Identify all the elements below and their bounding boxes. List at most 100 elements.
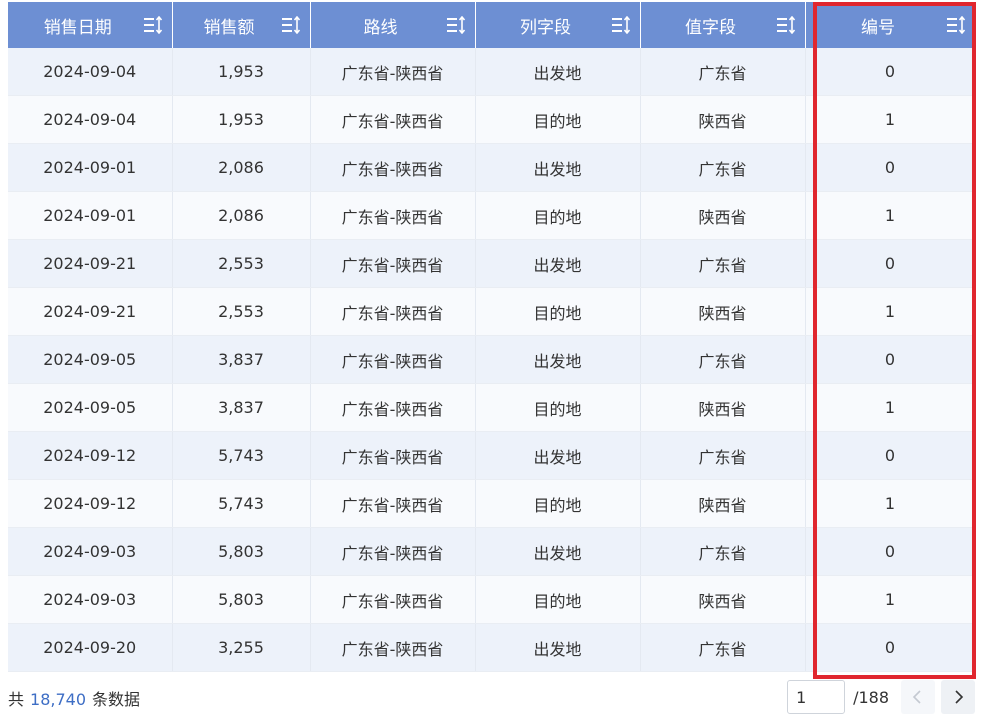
pagination: /188 — [787, 680, 975, 714]
table-body: 2024-09-04 1,953 广东省-陕西省 出发地 广东省 0 2024-09-04 1… — [8, 48, 976, 672]
table-header-row: 销售日期 销售额 路线 列字段 值字段 编号 — [8, 2, 976, 48]
cell-sales-date: 2024-09-04 — [8, 95, 173, 144]
cell-route: 广东省-陕西省 — [310, 95, 476, 144]
sort-glyph — [776, 15, 795, 35]
cell-sales-date: 2024-09-05 — [8, 383, 173, 432]
cell-sales-date: 2024-09-05 — [8, 335, 173, 384]
cell-number: 0 — [805, 623, 976, 672]
cell-column-field: 目的地 — [475, 383, 641, 432]
sort-icon[interactable] — [281, 15, 301, 35]
cell-number: 1 — [805, 191, 976, 240]
cell-number: 0 — [805, 431, 976, 480]
table-row[interactable]: 2024-09-05 3,837 广东省-陕西省 出发地 广东省 0 — [8, 335, 976, 384]
header-number[interactable]: 编号 — [805, 2, 976, 48]
chevron-left-icon — [912, 690, 921, 704]
table-row[interactable]: 2024-09-05 3,837 广东省-陕西省 目的地 陕西省 1 — [8, 383, 976, 432]
header-route[interactable]: 路线 — [310, 2, 476, 48]
cell-column-field: 目的地 — [475, 287, 641, 336]
cell-route: 广东省-陕西省 — [310, 575, 476, 624]
prev-page-button[interactable] — [901, 680, 935, 714]
sort-icon[interactable] — [446, 15, 466, 35]
table-row[interactable]: 2024-09-21 2,553 广东省-陕西省 出发地 广东省 0 — [8, 239, 976, 288]
data-table-container: 销售日期 销售额 路线 列字段 值字段 编号 2024-09-04 1,953 广东… — [8, 2, 976, 672]
table-row[interactable]: 2024-09-12 5,743 广东省-陕西省 出发地 广东省 0 — [8, 431, 976, 480]
cell-route: 广东省-陕西省 — [310, 479, 476, 528]
table-row[interactable]: 2024-09-04 1,953 广东省-陕西省 出发地 广东省 0 — [8, 48, 976, 96]
sort-icon[interactable] — [776, 15, 796, 35]
cell-value-field: 广东省 — [640, 48, 806, 96]
sort-icon[interactable] — [611, 15, 631, 35]
cell-sales-date: 2024-09-20 — [8, 623, 173, 672]
cell-value-field: 陕西省 — [640, 191, 806, 240]
cell-number: 1 — [805, 287, 976, 336]
table-row[interactable]: 2024-09-03 5,803 广东省-陕西省 目的地 陕西省 1 — [8, 575, 976, 624]
cell-column-field: 出发地 — [475, 335, 641, 384]
table-footer: 共 18,740 条数据 /188 — [8, 680, 975, 716]
cell-column-field: 出发地 — [475, 143, 641, 192]
data-table: 销售日期 销售额 路线 列字段 值字段 编号 2024-09-04 1,953 广东… — [8, 2, 976, 672]
header-column-field[interactable]: 列字段 — [475, 2, 641, 48]
cell-sales-date: 2024-09-12 — [8, 479, 173, 528]
table-row[interactable]: 2024-09-01 2,086 广东省-陕西省 出发地 广东省 0 — [8, 143, 976, 192]
cell-sales-date: 2024-09-03 — [8, 527, 173, 576]
cell-value-field: 陕西省 — [640, 479, 806, 528]
cell-sales-amount: 2,553 — [172, 287, 311, 336]
cell-value-field: 陕西省 — [640, 95, 806, 144]
table-row[interactable]: 2024-09-20 3,255 广东省-陕西省 出发地 广东省 0 — [8, 623, 976, 672]
cell-column-field: 出发地 — [475, 527, 641, 576]
total-prefix: 共 — [8, 690, 25, 709]
cell-sales-amount: 1,953 — [172, 48, 311, 96]
cell-sales-amount: 1,953 — [172, 95, 311, 144]
sort-icon[interactable] — [946, 15, 966, 35]
cell-number: 1 — [805, 575, 976, 624]
cell-sales-date: 2024-09-04 — [8, 48, 173, 96]
cell-route: 广东省-陕西省 — [310, 239, 476, 288]
cell-column-field: 目的地 — [475, 191, 641, 240]
sort-glyph — [611, 15, 630, 35]
cell-value-field: 广东省 — [640, 143, 806, 192]
next-page-button[interactable] — [941, 680, 975, 714]
cell-sales-amount: 5,803 — [172, 527, 311, 576]
header-value-field[interactable]: 值字段 — [640, 2, 806, 48]
cell-number: 0 — [805, 143, 976, 192]
cell-value-field: 广东省 — [640, 431, 806, 480]
cell-sales-date: 2024-09-21 — [8, 287, 173, 336]
cell-route: 广东省-陕西省 — [310, 143, 476, 192]
cell-sales-amount: 2,086 — [172, 143, 311, 192]
total-count-text: 共 18,740 条数据 — [8, 686, 140, 710]
total-count: 18,740 — [30, 690, 86, 709]
cell-sales-amount: 3,255 — [172, 623, 311, 672]
cell-column-field: 目的地 — [475, 479, 641, 528]
cell-column-field: 出发地 — [475, 239, 641, 288]
cell-route: 广东省-陕西省 — [310, 431, 476, 480]
table-row[interactable]: 2024-09-03 5,803 广东省-陕西省 出发地 广东省 0 — [8, 527, 976, 576]
table-row[interactable]: 2024-09-12 5,743 广东省-陕西省 目的地 陕西省 1 — [8, 479, 976, 528]
cell-route: 广东省-陕西省 — [310, 527, 476, 576]
cell-route: 广东省-陕西省 — [310, 191, 476, 240]
header-sales-date[interactable]: 销售日期 — [8, 2, 173, 48]
cell-number: 1 — [805, 95, 976, 144]
cell-sales-amount: 3,837 — [172, 335, 311, 384]
header-sales-amount[interactable]: 销售额 — [172, 2, 311, 48]
table-row[interactable]: 2024-09-04 1,953 广东省-陕西省 目的地 陕西省 1 — [8, 95, 976, 144]
cell-value-field: 广东省 — [640, 335, 806, 384]
sort-glyph — [281, 15, 300, 35]
page-total: /188 — [853, 687, 889, 707]
cell-sales-date: 2024-09-01 — [8, 143, 173, 192]
cell-route: 广东省-陕西省 — [310, 287, 476, 336]
cell-route: 广东省-陕西省 — [310, 623, 476, 672]
cell-sales-date: 2024-09-21 — [8, 239, 173, 288]
chevron-right-icon — [955, 690, 964, 704]
cell-route: 广东省-陕西省 — [310, 48, 476, 96]
cell-sales-amount: 5,803 — [172, 575, 311, 624]
table-row[interactable]: 2024-09-01 2,086 广东省-陕西省 目的地 陕西省 1 — [8, 191, 976, 240]
cell-route: 广东省-陕西省 — [310, 383, 476, 432]
sort-glyph — [143, 15, 162, 35]
cell-number: 0 — [805, 527, 976, 576]
cell-sales-date: 2024-09-03 — [8, 575, 173, 624]
sort-icon[interactable] — [143, 15, 163, 35]
page-number-input[interactable] — [787, 680, 846, 714]
cell-sales-amount: 2,553 — [172, 239, 311, 288]
cell-column-field: 出发地 — [475, 48, 641, 96]
table-row[interactable]: 2024-09-21 2,553 广东省-陕西省 目的地 陕西省 1 — [8, 287, 976, 336]
